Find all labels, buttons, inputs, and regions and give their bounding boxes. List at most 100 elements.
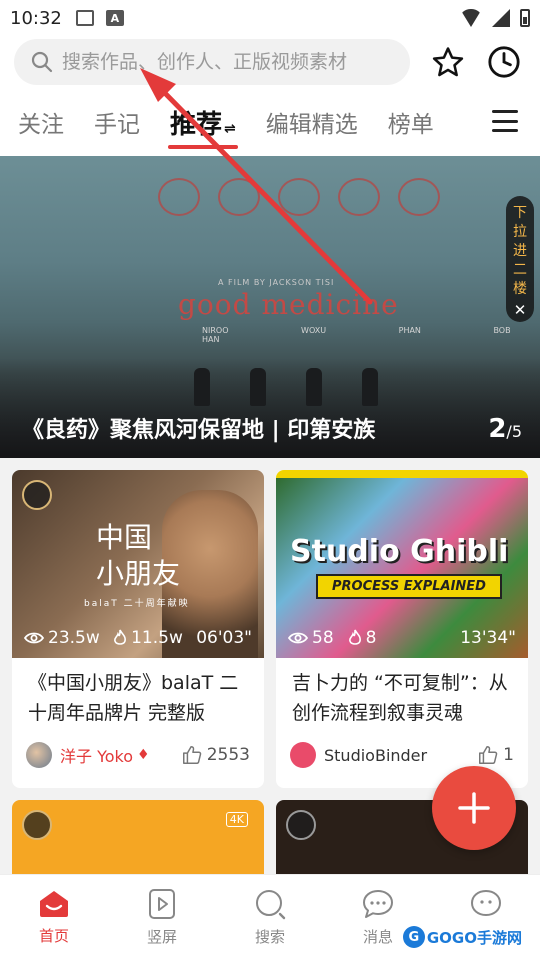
video-stats: 23.5w 11.5w 06'03" [24,628,252,648]
banner-index-total: /5 [506,422,522,441]
search-row [0,36,540,88]
watermark-logo-icon: G [402,926,425,948]
search-icon [31,51,53,73]
status-bar: 10:32 A [0,0,540,36]
banner-figures [194,368,378,406]
video-card[interactable]: 4K [12,800,264,880]
nav-vertical[interactable]: 竖屏 [108,875,216,960]
tab-recommend[interactable]: 推荐 ⇌ [168,104,238,149]
avatar[interactable] [290,742,316,768]
featured-banner[interactable]: A FILM BY JACKSON TISI good medicine NIR… [0,156,540,458]
watermark-text: GOGO手游网 [426,928,522,947]
film-credit: A FILM BY JACKSON TISI [218,278,335,287]
vertical-video-icon [149,889,175,919]
eye-icon [24,632,44,644]
tab-recommend-label: 推荐 [170,109,223,140]
like-button[interactable]: 2553 [181,744,250,766]
pull-tab-char: 二 [513,262,527,278]
nav-home[interactable]: 首页 [0,875,108,960]
nav-discover[interactable]: 搜索 [216,875,324,960]
profile-icon [470,889,502,917]
home-icon [40,891,68,917]
favorites-button[interactable] [430,44,466,80]
like-count: 2553 [206,745,250,765]
like-count: 1 [503,745,514,765]
video-duration: 13'34" [460,628,516,648]
pull-tab-char: 拉 [513,224,527,240]
message-icon [363,890,393,918]
bookmark-icon [286,810,316,840]
flame-icon [348,629,361,645]
views-stat: 23.5w [24,628,100,648]
tab-editor-picks[interactable]: 编辑精选 [266,105,358,139]
laurel-icon [278,178,320,216]
gem-icon: ♦ [137,747,150,763]
tab-notes[interactable]: 手记 [94,105,140,139]
thumbs-up-icon [182,746,201,764]
collection-badge-icon [22,810,52,840]
flame-icon [114,629,127,645]
video-thumbnail: Studio Ghibli PROCESS EXPLAINED 58 8 13'… [276,470,528,658]
close-icon[interactable]: ✕ [514,301,527,320]
banner-index-current: 2 [488,414,507,444]
thumbnail-overlay-title: 中国 小朋友 [96,521,181,590]
card-meta: StudioBinder 1 [276,736,528,768]
clock-icon [488,46,520,78]
thumbs-up-icon [479,746,498,764]
video-card[interactable]: Studio Ghibli PROCESS EXPLAINED 58 8 13'… [276,470,528,788]
card-meta: 洋子 Yoko ♦ 2553 [12,736,264,768]
video-thumbnail: 中国 小朋友 balaT 二十周年献映 23.5w 11.5w 06'03" [12,470,264,658]
festival-laurels [158,178,440,216]
film-names: NIROO WOXU PHAN BOB HAN [202,326,511,344]
nav-label: 竖屏 [146,928,177,946]
video-duration: 06'03" [196,628,252,648]
create-button[interactable] [432,766,516,850]
tab-follow[interactable]: 关注 [18,105,64,139]
video-card[interactable]: 中国 小朋友 balaT 二十周年献映 23.5w 11.5w 06'03" 《… [12,470,264,788]
film-title: good medicine [178,288,399,321]
menu-icon[interactable] [492,110,518,132]
site-watermark: G GOGO手游网 [396,924,528,950]
nav-label: 消息 [362,928,393,946]
laurel-icon [338,178,380,216]
discover-icon [256,890,286,920]
resolution-badge: 4K [225,812,248,827]
thumbnail-overlay-subtitle: PROCESS EXPLAINED [316,574,502,599]
status-time: 10:32 [10,7,62,29]
author-name[interactable]: 洋子 Yoko [60,743,133,767]
collection-badge-icon [22,480,52,510]
star-icon [432,47,464,77]
history-button[interactable] [486,44,522,80]
avatar[interactable] [26,742,52,768]
battery-icon [520,9,530,27]
hot-stat: 11.5w [113,628,183,648]
banner-page-indicator: 2/5 [488,414,522,444]
search-box[interactable] [14,39,410,85]
video-stats: 58 8 13'34" [288,628,516,648]
app-screen: 10:32 A 关注 [0,0,540,960]
nav-label: 首页 [38,927,69,945]
wifi-icon [460,9,482,27]
pull-tab-char: 进 [513,243,527,259]
like-button[interactable]: 1 [477,744,514,766]
nav-label: 搜索 [254,928,285,946]
signal-icon [492,9,510,27]
eye-icon [288,632,308,644]
search-input[interactable] [62,51,382,73]
pull-tab-char: 楼 [513,281,527,297]
laurel-icon [158,178,200,216]
thumbnail-overlay-title: Studio Ghibli [290,534,509,569]
banner-caption: 《良药》聚焦风河保留地 | 印第安族 [22,418,376,443]
category-tabs: 关注 手记 推荐 ⇌ 编辑精选 榜单 [0,88,540,156]
tab-rankings[interactable]: 榜单 [388,105,434,139]
laurel-icon [398,178,440,216]
laurel-icon [218,178,260,216]
gallery-notification-icon [75,10,94,26]
bottom-navigation: 首页 竖屏 搜索 消息 我的 G GOGO手游网 [0,874,540,960]
author-name[interactable]: StudioBinder [324,746,427,765]
thumbnail-overlay-subtitle: balaT 二十周年献映 [84,599,190,609]
plus-icon [458,792,490,824]
video-title[interactable]: 吉卜力的 “不可复制”：从创作流程到叙事灵魂 [276,658,528,736]
pull-to-second-floor-tab[interactable]: 下 拉 进 二 楼 ✕ [506,196,534,322]
video-title[interactable]: 《中国小朋友》balaT 二十周年品牌片 完整版 [12,658,264,736]
